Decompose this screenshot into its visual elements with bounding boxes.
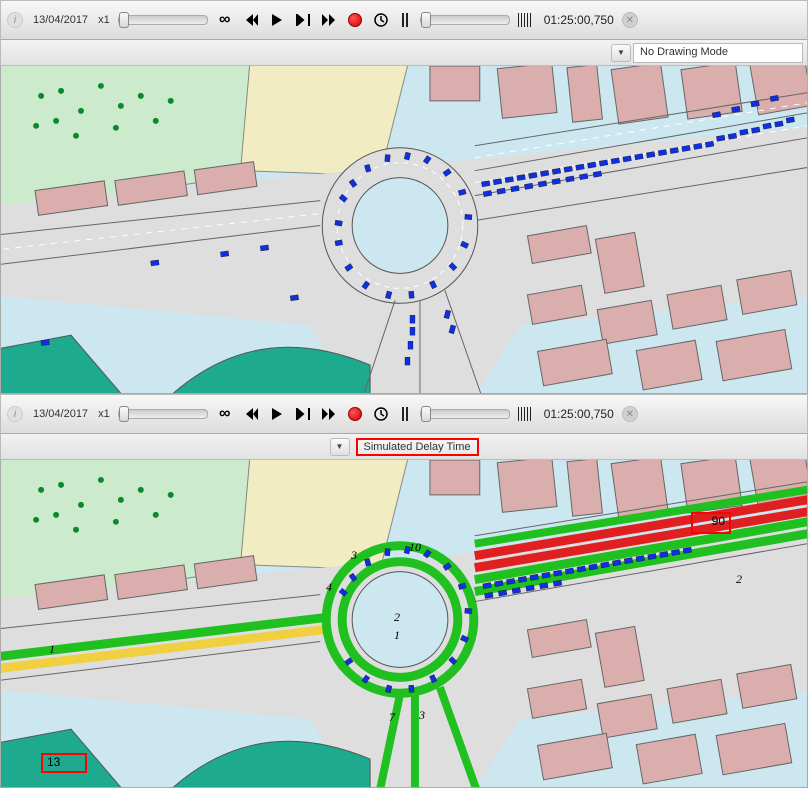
panel-bottom: i 13/04/2017 x1 ∞ 01:25:00,750 ✕ ▼ Simul… — [0, 394, 808, 788]
play-icon[interactable] — [268, 405, 286, 423]
map-svg-bottom — [1, 460, 807, 787]
segment-label-2: 2 — [394, 610, 400, 625]
close-icon[interactable]: ✕ — [622, 406, 638, 422]
speed-label: x1 — [98, 14, 110, 26]
clock-icon[interactable] — [372, 11, 390, 29]
skip-back-icon[interactable] — [242, 11, 260, 29]
close-icon[interactable]: ✕ — [622, 12, 638, 28]
segment-label-7: 7 — [389, 710, 395, 725]
segment-label-3b: 3 — [419, 708, 425, 723]
panel-top: i 13/04/2017 x1 ∞ 01:25:00,750 ✕ — [0, 0, 808, 394]
mode-dropdown-arrow[interactable]: ▼ — [611, 44, 631, 62]
annotation-90: 90 — [691, 512, 731, 534]
drawing-mode-bar-2: ▼ Simulated Delay Time — [0, 434, 808, 460]
infinity-icon[interactable]: ∞ — [216, 405, 234, 423]
info-icon[interactable]: i — [7, 12, 23, 28]
fast-forward-icon[interactable] — [320, 405, 338, 423]
skip-back-icon[interactable] — [242, 405, 260, 423]
drawing-mode-highlight: Simulated Delay Time — [356, 438, 479, 456]
info-icon[interactable]: i — [7, 406, 23, 422]
playback-toolbar: i 13/04/2017 x1 ∞ 01:25:00,750 ✕ — [0, 0, 808, 40]
mode-dropdown-arrow[interactable]: ▼ — [330, 438, 350, 456]
skip-forward-icon[interactable] — [294, 11, 312, 29]
skip-forward-icon[interactable] — [294, 405, 312, 423]
map-view-bottom[interactable]: 1 1 2 2 3 3 4 7 10 90 13 — [0, 460, 808, 788]
segment-label-1: 1 — [49, 642, 55, 657]
end-marker-icon — [518, 407, 532, 421]
speed-slider[interactable] — [118, 15, 208, 25]
annotation-13: 13 — [41, 753, 87, 773]
end-marker-icon — [518, 13, 532, 27]
progress-slider[interactable] — [420, 15, 510, 25]
segment-label-2b: 2 — [736, 572, 742, 587]
map-view-top[interactable] — [0, 66, 808, 394]
clock-icon[interactable] — [372, 405, 390, 423]
fast-forward-icon[interactable] — [320, 11, 338, 29]
speed-slider[interactable] — [118, 409, 208, 419]
pause-icon[interactable] — [398, 407, 412, 421]
drawing-mode-bar: ▼ No Drawing Mode — [0, 40, 808, 66]
segment-label-10: 10 — [409, 540, 421, 555]
pause-icon[interactable] — [398, 13, 412, 27]
segment-label-4: 4 — [326, 580, 332, 595]
playback-toolbar-2: i 13/04/2017 x1 ∞ 01:25:00,750 ✕ — [0, 394, 808, 434]
segment-label-1b: 1 — [394, 628, 400, 643]
drawing-mode-field[interactable]: No Drawing Mode — [633, 43, 803, 63]
timestamp-label: 01:25:00,750 — [544, 13, 614, 27]
record-icon[interactable] — [346, 405, 364, 423]
date-label: 13/04/2017 — [33, 14, 88, 26]
timestamp-label: 01:25:00,750 — [544, 407, 614, 421]
record-icon[interactable] — [346, 11, 364, 29]
infinity-icon[interactable]: ∞ — [216, 11, 234, 29]
progress-slider[interactable] — [420, 409, 510, 419]
map-svg-top — [1, 66, 807, 393]
speed-label: x1 — [98, 408, 110, 420]
date-label: 13/04/2017 — [33, 408, 88, 420]
segment-label-3: 3 — [351, 548, 357, 563]
play-icon[interactable] — [268, 11, 286, 29]
